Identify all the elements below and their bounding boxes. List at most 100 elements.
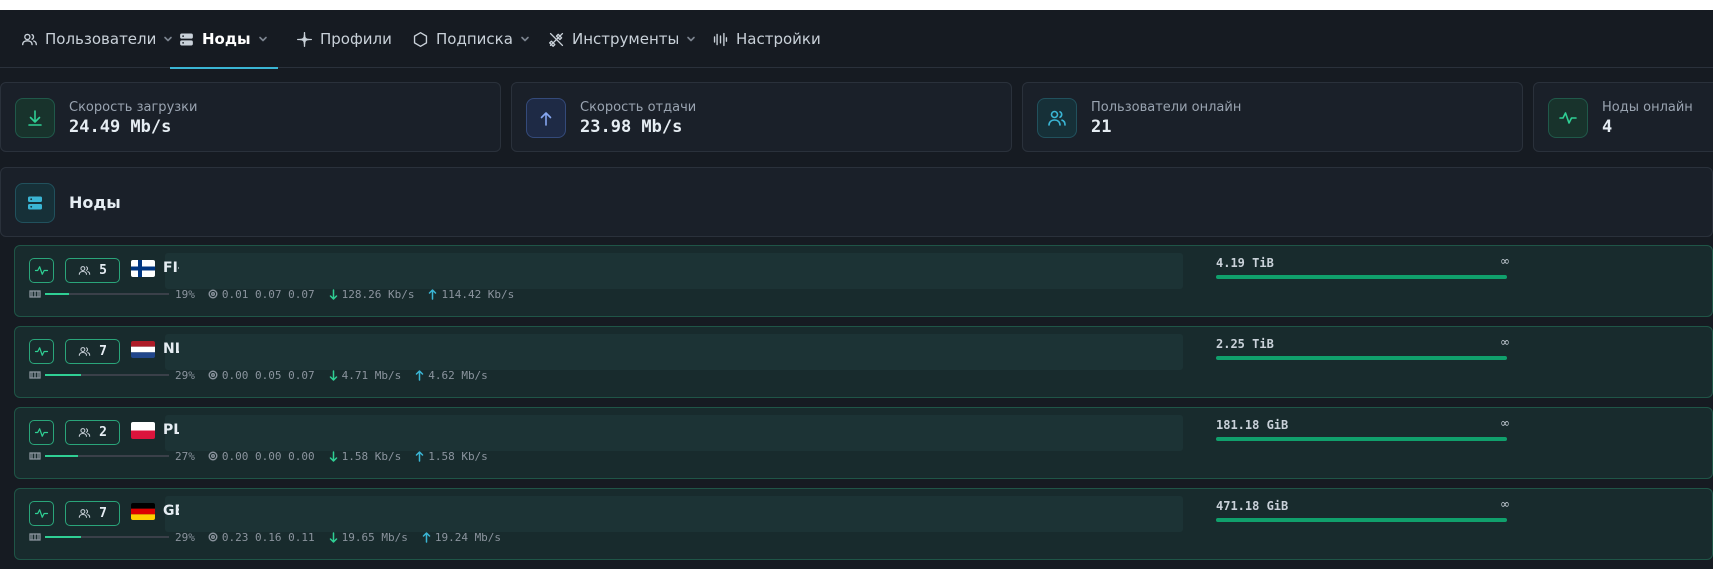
node-name: PL (163, 422, 179, 438)
ram-icon (29, 289, 41, 299)
section-title: Ноды (69, 193, 121, 212)
node-metrics: 29% 0.23 0.16 0.11 19.65 Mb/s 19.24 Mb/s (29, 530, 515, 544)
server-icon (28, 196, 42, 210)
ram-icon (29, 370, 41, 380)
stat-label: Пользователи онлайн (1091, 100, 1242, 115)
node-status-button[interactable] (29, 339, 54, 364)
nav-profiles[interactable]: Профили (296, 10, 392, 68)
nav-nodes[interactable]: Ноды (170, 10, 278, 69)
download-speed: 1.58 Kb/s (341, 449, 402, 463)
cpu-load-icon (208, 370, 218, 380)
traffic-limit: ∞ (1500, 497, 1510, 511)
nav-tools[interactable]: Инструменты (548, 10, 696, 68)
top-navigation: Пользователи Ноды Профили Подписка Инстр… (0, 10, 1713, 69)
stat-value: 23.98 Mb/s (580, 117, 683, 137)
arrow-down-icon (329, 288, 338, 300)
country-flag-icon (131, 341, 155, 358)
nav-users-label: Пользователи (45, 30, 157, 48)
download-icon-box (15, 98, 55, 138)
ram-usage-fill (45, 536, 81, 538)
node-status-button[interactable] (29, 258, 54, 283)
nav-profiles-label: Профили (320, 30, 392, 48)
tools-icon (549, 32, 564, 47)
users-icon (78, 428, 91, 437)
upload-icon (540, 112, 552, 126)
upload-speed: 1.58 Kb/s (428, 449, 488, 463)
ram-usage-fill (45, 374, 81, 376)
traffic-limit: ∞ (1500, 416, 1510, 430)
node-users-badge[interactable]: 5 (65, 258, 120, 283)
traffic-bar (1216, 356, 1507, 360)
traffic-used: 4.19 TiB (1216, 256, 1274, 270)
node-users-count: 7 (99, 506, 107, 521)
ram-icon (29, 532, 41, 542)
pulse-icon-box (1548, 98, 1588, 138)
download-speed: 19.65 Mb/s (341, 530, 408, 544)
traffic-bar-fill (1216, 437, 1507, 441)
stat-value: 24.49 Mb/s (69, 117, 172, 137)
users-icon (78, 509, 91, 518)
ram-usage-bar (45, 293, 169, 295)
traffic-used: 181.18 GiB (1216, 418, 1289, 432)
node-address-redacted (165, 253, 1183, 289)
node-users-badge[interactable]: 7 (65, 339, 120, 364)
traffic-limit: ∞ (1500, 335, 1510, 349)
pulse-icon (34, 266, 49, 275)
ram-usage-percent: 29% (175, 368, 195, 382)
cpu-load-icon (208, 451, 218, 461)
node-address-redacted (165, 334, 1183, 370)
node-row[interactable]: 7 NL 29% 0.00 0.05 0.07 4.71 Mb/s 4.62 M… (14, 326, 1713, 398)
node-metrics: 29% 0.00 0.05 0.07 4.71 Mb/s 4.62 Mb/s (29, 368, 502, 382)
nodes-section-header: Ноды (0, 167, 1713, 237)
node-status-button[interactable] (29, 501, 54, 526)
users-icon (78, 347, 91, 356)
chevron-down-icon (521, 36, 529, 42)
ram-icon (29, 451, 41, 461)
chevron-down-icon (258, 36, 267, 42)
sparkle-icon (297, 31, 312, 47)
stat-users-online: Пользователи онлайн 21 (1022, 82, 1523, 152)
nav-subscription[interactable]: Подписка (412, 10, 530, 68)
node-users-count: 7 (99, 344, 107, 359)
server-icon (180, 33, 193, 45)
ram-usage-percent: 29% (175, 530, 195, 544)
node-row[interactable]: 2 PL 27% 0.00 0.00 0.00 1.58 Kb/s 1.58 K… (14, 407, 1713, 479)
node-name: FI- (163, 260, 179, 276)
nav-users[interactable]: Пользователи (21, 10, 173, 68)
ram-usage-percent: 27% (175, 449, 195, 463)
upload-speed: 4.62 Mb/s (428, 368, 488, 382)
hexagon-icon (413, 31, 428, 47)
ram-usage-percent: 19% (175, 287, 195, 301)
ram-usage-fill (45, 455, 79, 457)
traffic-bar (1216, 518, 1507, 522)
stat-label: Скорость отдачи (580, 100, 697, 115)
stat-label: Ноды онлайн (1602, 100, 1693, 115)
node-row[interactable]: 5 FI- 19% 0.01 0.07 0.07 128.26 Kb/s 114… (14, 245, 1713, 317)
nav-settings[interactable]: Настройки (712, 10, 821, 68)
nav-tools-label: Инструменты (572, 30, 680, 48)
country-flag-icon (131, 422, 155, 439)
download-speed: 4.71 Mb/s (341, 368, 402, 382)
window-top-strip (0, 0, 1713, 10)
node-users-badge[interactable]: 2 (65, 420, 120, 445)
nav-subscription-label: Подписка (436, 30, 513, 48)
stat-nodes-online: Ноды онлайн 4 (1533, 82, 1713, 152)
node-metrics: 27% 0.00 0.00 0.00 1.58 Kb/s 1.58 Kb/s (29, 449, 502, 463)
download-speed: 128.26 Kb/s (341, 287, 415, 301)
upload-icon-box (526, 98, 566, 138)
cpu-load-icon (208, 289, 218, 299)
node-row[interactable]: 7 GE 29% 0.23 0.16 0.11 19.65 Mb/s 19.24… (14, 488, 1713, 560)
nav-nodes-label: Ноды (202, 30, 251, 48)
node-name: GE (163, 503, 179, 519)
stat-value: 21 (1091, 117, 1112, 137)
cpu-load-average: 0.00 0.00 0.00 (221, 449, 315, 463)
node-users-badge[interactable]: 7 (65, 501, 120, 526)
ram-usage-bar (45, 455, 169, 457)
pulse-icon (34, 509, 49, 518)
node-status-button[interactable] (29, 420, 54, 445)
stat-download-speed: Скорость загрузки 24.49 Mb/s (0, 82, 501, 152)
traffic-used: 471.18 GiB (1216, 499, 1289, 513)
traffic-used: 2.25 TiB (1216, 337, 1274, 351)
users-online-icon (1048, 110, 1066, 126)
pulse-icon (1559, 112, 1577, 124)
